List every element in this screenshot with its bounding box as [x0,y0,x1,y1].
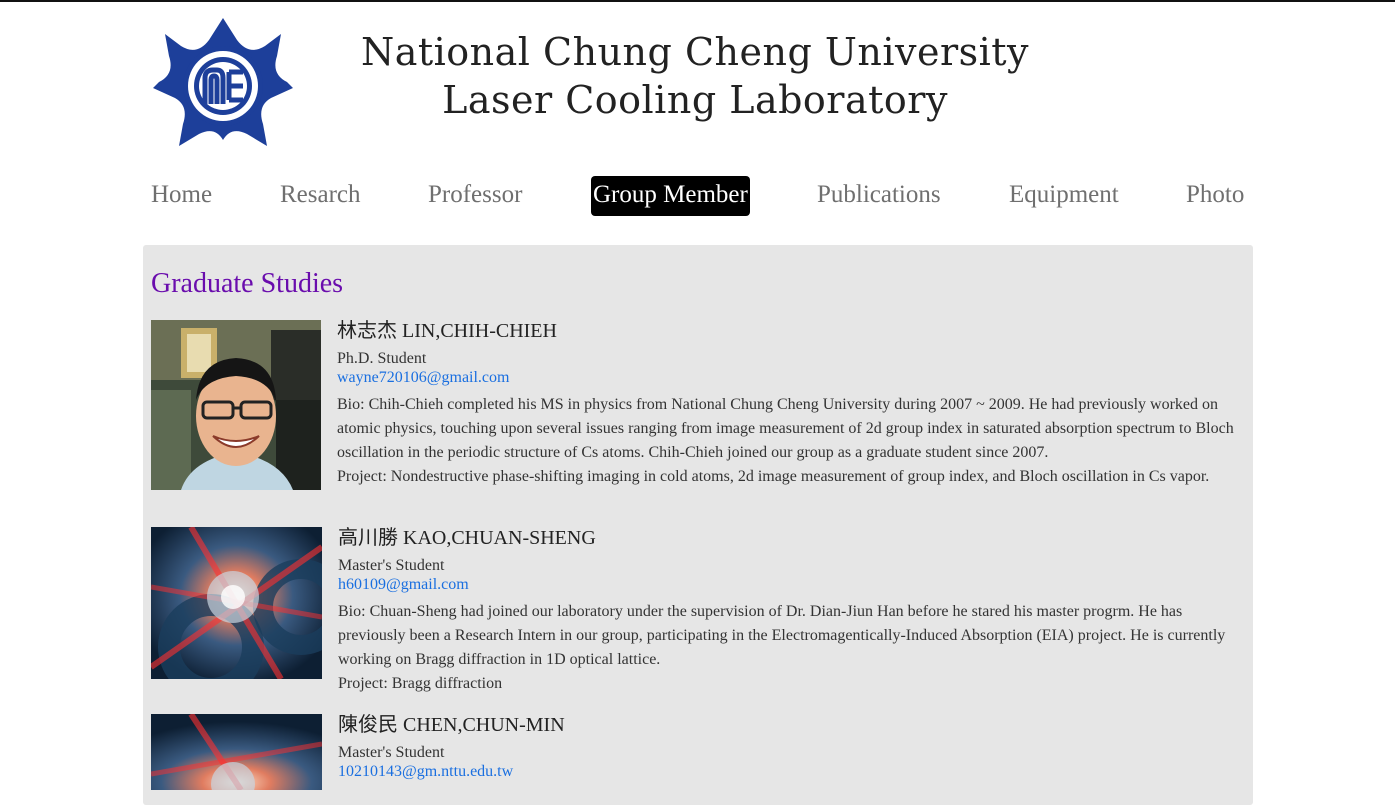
site-title-line2: Laser Cooling Laboratory [442,78,948,122]
member-role: Ph.D. Student [337,350,427,367]
site-title: National Chung Cheng University Laser Co… [360,28,1030,124]
nav-item-research[interactable]: Resarch [280,176,361,216]
member-role: Master's Student [338,744,445,761]
nav-item-professor[interactable]: Professor [428,176,522,216]
member-info: 高川勝 KAO,CHUAN-SHENG Master's Student h60… [338,527,1243,696]
main-nav: Home Resarch Professor Group Member Publ… [0,176,1395,218]
member-project: Project: Bragg diffraction [338,675,503,692]
member-name: 高川勝 KAO,CHUAN-SHENG [338,527,596,549]
member-info: 陳俊民 CHEN,CHUN-MIN Master's Student 10210… [338,714,1243,781]
nav-item-publications[interactable]: Publications [817,176,941,216]
nav-item-group-member[interactable]: Group Member [591,176,750,216]
member-email-link[interactable]: 10210143@gm.nttu.edu.tw [338,762,1243,781]
member-photo [151,320,321,490]
member-bio: Bio: Chih-Chieh completed his MS in phys… [337,396,1234,461]
university-emblem-icon [153,18,293,146]
member-project: Project: Nondestructive phase-shifting i… [337,468,1210,485]
section-title: Graduate Studies [151,268,344,299]
site-title-line1: National Chung Cheng University [360,30,1030,74]
member-name: 林志杰 LIN,CHIH-CHIEH [337,320,557,342]
member-email-link[interactable]: h60109@gmail.com [338,575,1243,594]
member-info: 林志杰 LIN,CHIH-CHIEH Ph.D. Student wayne72… [337,320,1242,489]
member-bio: Bio: Chuan-Sheng had joined our laborato… [338,603,1226,668]
nav-item-photo[interactable]: Photo [1186,176,1244,216]
member-photo [151,714,322,790]
member-photo [151,527,322,679]
nav-item-home[interactable]: Home [151,176,212,216]
member-name: 陳俊民 CHEN,CHUN-MIN [338,714,565,736]
nav-item-equipment[interactable]: Equipment [1009,176,1119,216]
member-role: Master's Student [338,557,445,574]
site-header: National Chung Cheng University Laser Co… [0,0,1395,160]
member-email-link[interactable]: wayne720106@gmail.com [337,368,1242,387]
